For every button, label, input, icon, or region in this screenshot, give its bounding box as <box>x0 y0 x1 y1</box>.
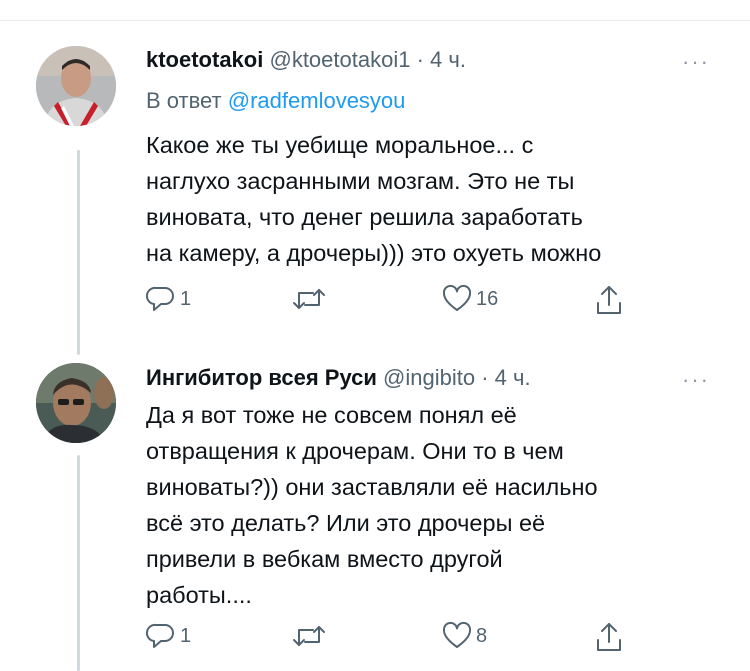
timestamp[interactable]: 4 ч. <box>430 47 466 72</box>
separator-dot: · <box>416 47 424 72</box>
tweet-text: Какое же ты уебище моральное... с наглух… <box>146 127 726 271</box>
like-button[interactable]: 16 <box>442 284 498 314</box>
reply-to-handle-link[interactable]: @radfemlovesyou <box>228 88 406 113</box>
tweet-text-line: виноваты?)) они заставляли её насильно <box>146 474 598 500</box>
thread-connector <box>77 455 80 671</box>
reply-button[interactable]: 1 <box>146 284 191 314</box>
like-count: 8 <box>476 624 488 647</box>
reply-button[interactable]: 1 <box>146 621 191 651</box>
heart-icon <box>442 622 472 648</box>
retweet-button[interactable] <box>292 284 326 314</box>
tweet-text-line: всё это делать? Или это дрочеры её <box>146 510 546 536</box>
tweet-text-line: виновата, что денег решила заработать <box>146 204 583 230</box>
tweet-actions: 1 16 <box>146 284 636 324</box>
tweet-text-line: привели в вебкам вместо другой <box>146 546 503 572</box>
like-count: 16 <box>476 287 499 310</box>
avatar[interactable] <box>36 46 116 126</box>
tweet-text-line: наглухо засранными мозгам. Это не ты <box>146 168 575 194</box>
tweet-header: Ингибитор всея Руси @ingibito · 4 ч. <box>146 365 531 391</box>
share-button[interactable] <box>594 621 624 653</box>
reply-count: 1 <box>180 287 192 310</box>
reply-icon <box>146 623 174 648</box>
display-name[interactable]: Ингибитор всея Руси <box>146 365 377 390</box>
like-button[interactable]: 8 <box>442 621 487 651</box>
timestamp[interactable]: 4 ч. <box>495 365 531 390</box>
reply-to-label: В ответ <box>146 88 222 113</box>
more-options-icon[interactable]: ··· <box>682 49 710 75</box>
thread-connector <box>77 150 80 355</box>
user-handle[interactable]: @ingibito <box>383 365 475 390</box>
retweet-icon <box>293 289 325 309</box>
avatar[interactable] <box>36 363 116 443</box>
tweet-text-line: Да я вот тоже не совсем понял её <box>146 402 517 428</box>
share-icon <box>597 623 621 651</box>
display-name[interactable]: ktoetotakoi <box>146 47 263 72</box>
reply-icon <box>146 286 174 311</box>
share-icon <box>597 286 621 314</box>
top-divider <box>0 20 750 21</box>
share-button[interactable] <box>594 284 624 316</box>
tweet-text-line: отвращения к дрочерам. Они то в чем <box>146 438 564 464</box>
user-handle[interactable]: @ktoetotakoi1 <box>269 47 410 72</box>
reply-count: 1 <box>180 624 192 647</box>
more-options-icon[interactable]: ··· <box>682 367 710 393</box>
reply-to: В ответ @radfemlovesyou <box>146 88 405 114</box>
tweet-text-line: Какое же ты уебище моральное... с <box>146 132 534 158</box>
retweet-button[interactable] <box>292 621 326 651</box>
tweet-text: Да я вот тоже не совсем понял её отвраще… <box>146 397 726 613</box>
tweet-text-line: работы.... <box>146 582 252 608</box>
separator-dot: · <box>481 365 489 390</box>
retweet-icon <box>293 626 325 646</box>
tweet-text-line: на камеру, а дрочеры))) это охуеть можно <box>146 240 602 266</box>
tweet-actions: 1 8 <box>146 621 636 661</box>
heart-icon <box>442 285 472 311</box>
tweet-header: ktoetotakoi @ktoetotakoi1 · 4 ч. <box>146 47 466 73</box>
